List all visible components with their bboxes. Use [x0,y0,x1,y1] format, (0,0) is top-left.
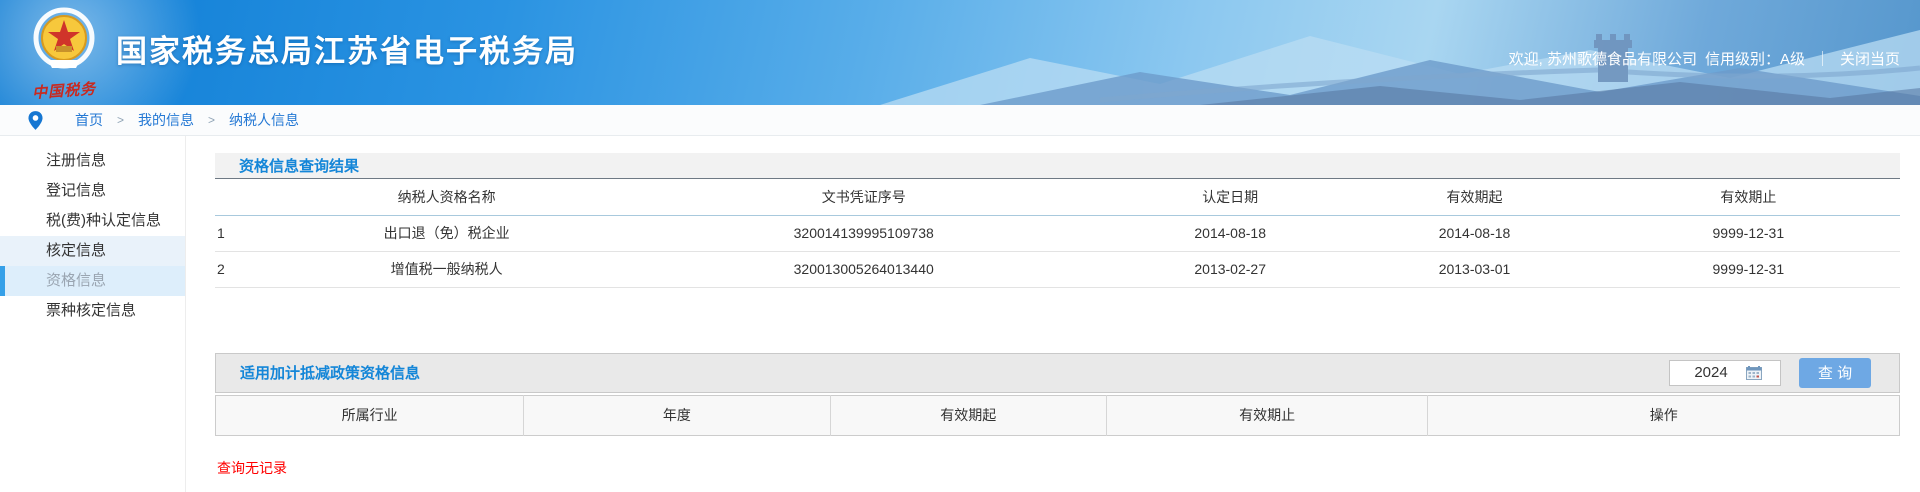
valid-from: 2013-03-01 [1352,251,1596,287]
row-index: 2 [215,251,274,287]
col-action: 操作 [1428,395,1900,435]
header-divider: ｜ [1813,48,1832,69]
breadcrumb: 首页 > 我的信息 > 纳税人信息 [0,105,1920,136]
year-field-wrapper [1669,360,1781,386]
document-no: 320014139995109738 [619,215,1108,251]
policy-qualification-table: 所属行业 年度 有效期起 有效期止 操作 [215,395,1900,436]
col-valid-to: 有效期止 [1106,395,1428,435]
qualification-results-table: 纳税人资格名称 文书凭证序号 认定日期 有效期起 有效期止 1 出口退（免）税企… [215,179,1900,288]
table-row: 2 增值税一般纳税人 320013005264013440 2013-02-27… [215,251,1900,287]
table-header-row: 所属行业 年度 有效期起 有效期止 操作 [216,395,1900,435]
sidebar-item-tax-type-info[interactable]: 税(费)种认定信息 [0,206,185,236]
header-user-bar: 欢迎, 苏州歌德食品有限公司 信用级别：A级 ｜ 关闭当页 [1509,48,1900,69]
section1-title: 资格信息查询结果 [239,155,359,176]
breadcrumb-separator: > [208,113,215,127]
year-input[interactable] [1676,364,1746,381]
col-valid-to: 有效期止 [1597,179,1900,215]
valid-from: 2014-08-18 [1352,215,1596,251]
breadcrumb-separator: > [117,113,124,127]
col-index [215,179,274,215]
logo-caption: 中国税务 [31,74,148,103]
sidebar-item-qualification-info[interactable]: 资格信息 [0,266,185,296]
sidebar-item-assessment-info[interactable]: 核定信息 [0,236,185,266]
tax-bureau-logo-icon [28,4,100,76]
col-valid-from: 有效期起 [830,395,1106,435]
table-header-row: 纳税人资格名称 文书凭证序号 认定日期 有效期起 有效期止 [215,179,1900,215]
qualification-results-titlebar: 资格信息查询结果 [215,153,1900,179]
sidebar-menu: 注册信息 登记信息 税(费)种认定信息 核定信息 资格信息 票种核定信息 [0,136,186,492]
breadcrumb-taxpayer-info[interactable]: 纳税人信息 [229,110,299,130]
qualification-name: 增值税一般纳税人 [274,251,619,287]
sidebar-item-registration-info[interactable]: 登记信息 [0,176,185,206]
sidebar-item-register-info[interactable]: 注册信息 [0,146,185,176]
col-year: 年度 [524,395,830,435]
welcome-company-text: 欢迎, 苏州歌德食品有限公司 [1509,48,1697,69]
policy-qualification-titlebar: 适用加计抵减政策资格信息 [215,353,1900,393]
col-industry: 所属行业 [216,395,524,435]
qualification-name: 出口退（免）税企业 [274,215,619,251]
assess-date: 2013-02-27 [1108,251,1352,287]
location-pin-icon [28,111,43,130]
breadcrumb-home[interactable]: 首页 [75,110,103,130]
main-content: 资格信息查询结果 纳税人资格名称 文书凭证序号 认定日期 有效期起 有效期止 [186,136,1920,492]
close-page-link[interactable]: 关闭当页 [1840,48,1900,69]
no-record-message: 查询无记录 [215,458,1900,478]
valid-to: 9999-12-31 [1597,215,1900,251]
col-assess-date: 认定日期 [1108,179,1352,215]
col-document-no: 文书凭证序号 [619,179,1108,215]
row-index: 1 [215,215,274,251]
calendar-icon[interactable] [1746,366,1762,380]
assess-date: 2014-08-18 [1108,215,1352,251]
sidebar-item-invoice-type-info[interactable]: 票种核定信息 [0,296,185,326]
site-title: 国家税务总局江苏省电子税务局 [116,26,578,71]
col-qualification-name: 纳税人资格名称 [274,179,619,215]
section2-title: 适用加计抵减政策资格信息 [240,362,420,383]
valid-to: 9999-12-31 [1597,251,1900,287]
document-no: 320013005264013440 [619,251,1108,287]
query-button[interactable]: 查 询 [1799,358,1871,388]
app-header: 中国税务 国家税务总局江苏省电子税务局 欢迎, 苏州歌德食品有限公司 信用级别：… [0,0,1920,105]
credit-rating-text: 信用级别：A级 [1705,48,1805,69]
breadcrumb-my-info[interactable]: 我的信息 [138,110,194,130]
page: 中国税务 国家税务总局江苏省电子税务局 欢迎, 苏州歌德食品有限公司 信用级别：… [0,0,1920,492]
col-valid-from: 有效期起 [1352,179,1596,215]
table-row: 1 出口退（免）税企业 320014139995109738 2014-08-1… [215,215,1900,251]
